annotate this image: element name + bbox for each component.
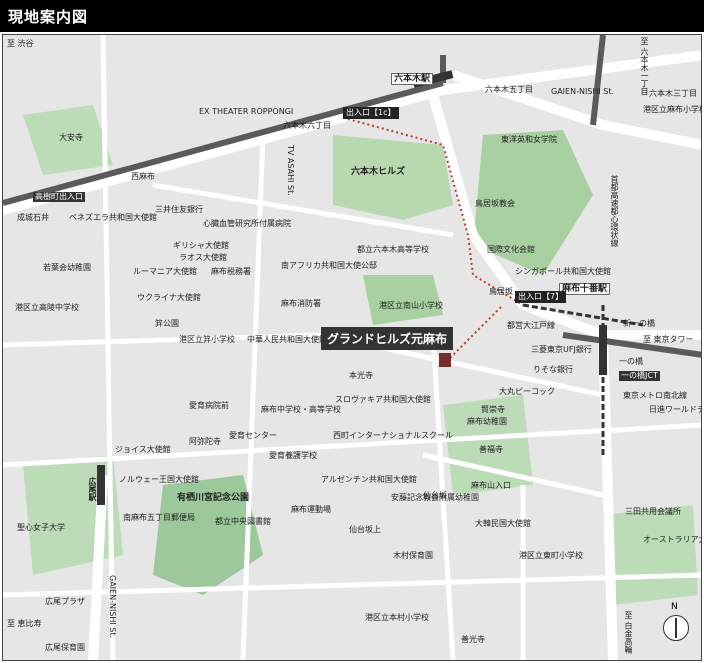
map-title: 現地案内図 (8, 8, 89, 26)
landmark-label: 都立中央図書館 (215, 517, 271, 526)
street-label: 首都高速都心環状線 (610, 175, 619, 247)
street-label: 六本木五丁目 (485, 85, 533, 94)
landmark-label: 中華人民共和国大使館 (247, 335, 327, 344)
landmark-label: EX THEATER ROPPONGI (199, 107, 294, 116)
landmark-label: 麻布中学校・高等学校 (261, 405, 341, 414)
landmark-label: シンガポール共和国大使館 (515, 267, 611, 276)
landmark-label: 広尾駅 (88, 477, 97, 501)
roppongi-hills-green (333, 135, 453, 220)
landmark-label: 麻布税務署 (211, 267, 251, 276)
landmark-label: 三井住友銀行 (155, 205, 203, 214)
street-label: 至 白金高輪 (624, 611, 633, 654)
landmark-label: 東洋英和女学院 (501, 135, 557, 144)
street-label: 仙台坂上 (349, 525, 381, 534)
landmark-label: アルゼンチン共和国大使館 (321, 475, 417, 484)
landmark-label: 有栖川宮記念公園 (177, 493, 250, 503)
map-area: 六本木駅 麻布十番駅 出入口【1c】 出入口【7】 高樹町出入口 西麻布 六本木… (2, 34, 702, 661)
landmark-label: 善福寺 (479, 445, 503, 454)
street-label: GAIEN-NISHI St. (108, 575, 117, 639)
title-bar: 現地案内図 (0, 0, 704, 32)
exit-1c: 出入口【1c】 (343, 107, 399, 119)
landmark-label: 港区立笄小学校 (179, 335, 235, 344)
street-label: TV ASAHI St. (286, 145, 295, 196)
landmark-label: 広尾プラザ (45, 597, 85, 606)
park-misc-4 (363, 275, 443, 325)
site-marker (439, 353, 451, 367)
landmark-label: ベネズエラ共和国大使館 (69, 213, 157, 222)
landmark-label: 三田共用会議所 (625, 507, 681, 516)
landmark-label: スロヴァキア共和国大使館 (335, 395, 431, 404)
landmark-label: ギリシャ大使館 (173, 241, 229, 250)
landmark-label: ジョイス大使館 (115, 445, 171, 454)
map-figure: 現地案内図 六本木駅 麻布十番駅 出入口【1c】 出入口【7】 高樹町出入口 西… (0, 0, 704, 663)
landmark-label: 六本木ヒルズ (351, 167, 406, 177)
street-label: 西麻布 (131, 172, 155, 181)
landmark-label: 港区立高陵中学校 (15, 303, 79, 312)
street-label: 高樹町出入口 (33, 192, 85, 202)
landmark-label: 都立六本木高等学校 (357, 245, 429, 254)
landmark-label: ルーマニア大使館 (133, 267, 197, 276)
street-label: 至 東京タワー (643, 335, 694, 344)
station-label-juban: 麻布十番駅 (559, 283, 611, 295)
street-label: 至 渋谷 (7, 39, 34, 48)
landmark-label: 港区立本村小学校 (365, 613, 429, 622)
street-label: 新一の橋 (623, 319, 655, 328)
landmark-label: 麻布幼稚園 (467, 417, 507, 426)
landmark-label: 成城石井 (17, 213, 49, 222)
street-label: 麻布山入口 (471, 481, 511, 490)
street-label: 東京メトロ南北線 (623, 391, 687, 400)
landmark-label: 鳥居坂教会 (475, 199, 515, 208)
landmark-label: 港区立麻布小学校 (643, 105, 702, 114)
landmark-label: 南アフリカ共和国大使公邸 (281, 261, 377, 270)
street-label: 至 恵比寿 (7, 619, 42, 628)
landmark-label: 国際文化会館 (487, 245, 535, 254)
landmark-label: ラオス大使館 (179, 253, 227, 262)
landmark-label: 大安寺 (59, 133, 83, 142)
hiroo-station-mark (97, 465, 105, 505)
park-misc-3 (603, 505, 698, 605)
landmark-label: 広尾保育園 (45, 643, 85, 652)
landmark-label: 麻布運動場 (291, 505, 331, 514)
landmark-label: 港区立南山小学校 (379, 301, 443, 310)
azabujuban-station-mark (599, 325, 607, 375)
landmark-label: 南麻布五丁目郵便局 (123, 513, 195, 522)
landmark-label: 愛育養護学校 (269, 451, 317, 460)
landmark-label: 本光寺 (349, 371, 373, 380)
landmark-label: 愛育センター (229, 431, 277, 440)
street-label: 一の橋 (619, 357, 643, 366)
street-label: 鳥居坂 (489, 287, 513, 296)
street-label: 六本木三丁目 (649, 89, 697, 98)
meiji-road (598, 334, 618, 660)
landmark-label: 麻布消防署 (281, 299, 321, 308)
landmark-label: 愛育病院前 (189, 401, 229, 410)
landmark-label: 西町インターナショナルスクール (333, 431, 453, 440)
street-label: 一の橋JCT (619, 371, 660, 381)
landmark-label: 大丸ピーコック (499, 387, 555, 396)
compass-north-icon: N (663, 602, 689, 641)
landmark-label: 大韓民国大使館 (475, 519, 531, 528)
landmark-label: 木村保育園 (393, 551, 433, 560)
landmark-label: りそな銀行 (533, 365, 573, 374)
landmark-label: ウクライナ大使館 (137, 293, 201, 302)
landmark-label: 日進ワールドデリカテッセン (649, 405, 701, 414)
street-label: 六本木六丁目 (283, 121, 331, 130)
landmark-label: ノルウェー王国大使館 (119, 475, 199, 484)
landmark-label: 心臓血管研究所付属病院 (203, 219, 291, 228)
landmark-label: オーストラリア大使館 (643, 535, 701, 544)
landmark-label: 聖心女子大学 (17, 523, 65, 532)
street-label: GAIEN-NISHI St. (551, 87, 615, 96)
street-label: 至 六本木一丁目 (640, 37, 649, 96)
street-label: 都営大江戸線 (507, 321, 555, 330)
site-label: グランドヒルズ元麻布 (321, 327, 454, 350)
station-label-roppongi: 六本木駅 (391, 73, 434, 85)
landmark-label: 阿弥陀寺 (189, 437, 221, 446)
landmark-label: 賢崇寺 (481, 405, 505, 414)
landmark-label: 善光寺 (461, 635, 485, 644)
landmark-label: 港区立東町小学校 (519, 551, 583, 560)
landmark-label: 三菱東京UFJ銀行 (531, 345, 592, 354)
landmark-label: 若葉会幼稚園 (43, 263, 91, 272)
exit-7: 出入口【7】 (515, 291, 567, 303)
landmark-label: 笄公園 (155, 319, 179, 328)
landmark-label: 安藤記念教会附属幼稚園 (391, 493, 479, 502)
